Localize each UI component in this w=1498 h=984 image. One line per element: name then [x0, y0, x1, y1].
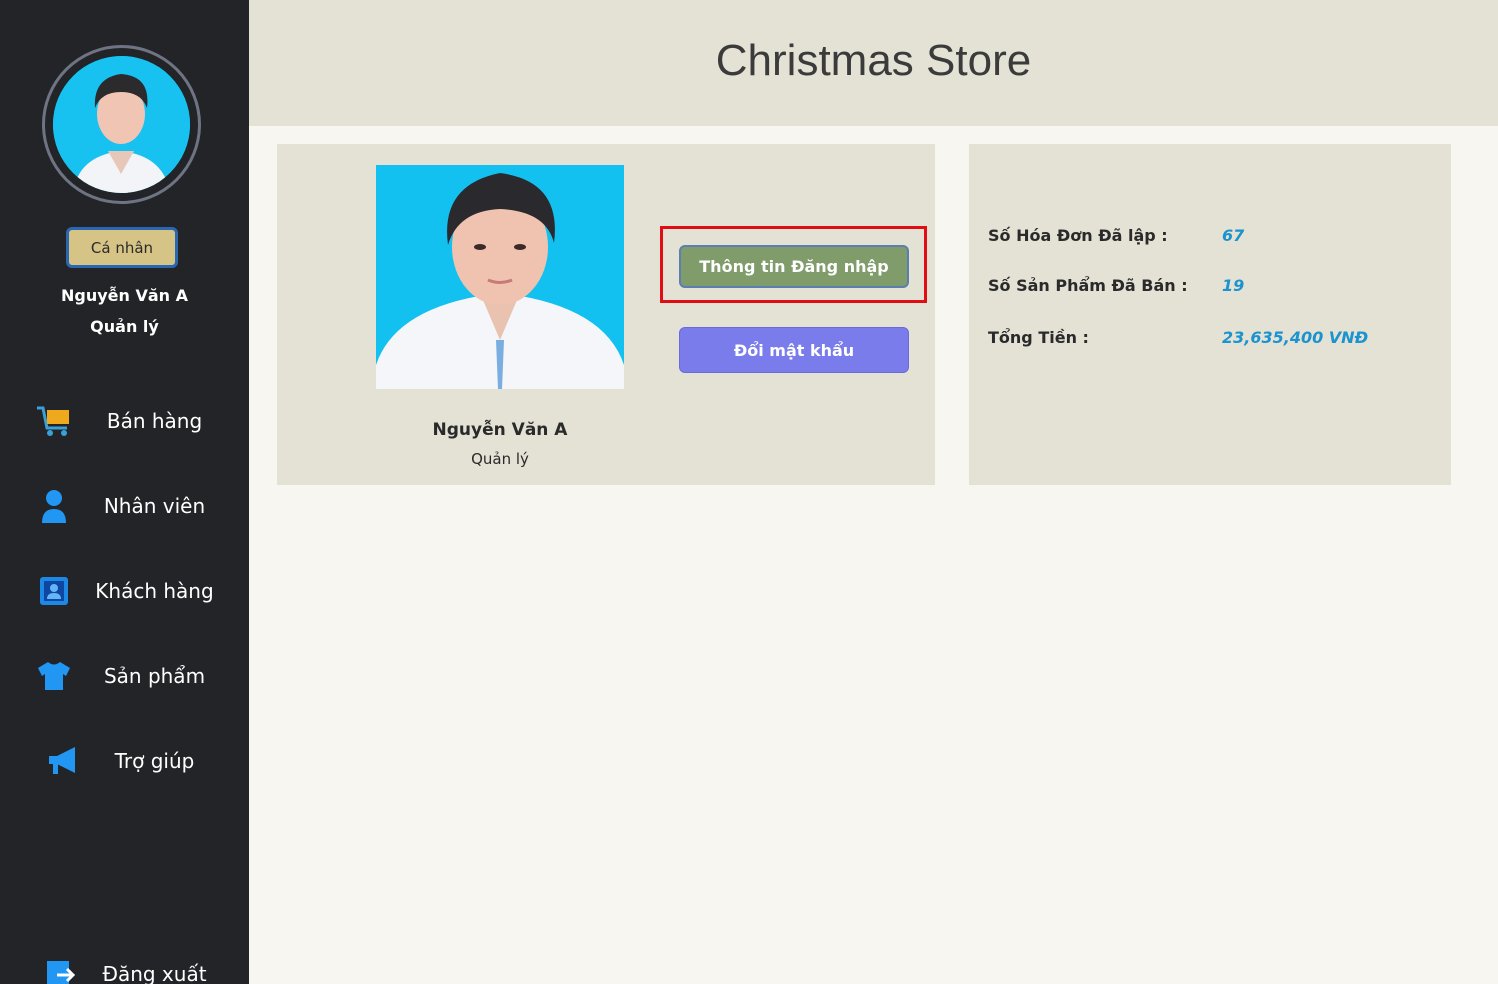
sidebar-user-role: Quản lý [90, 317, 159, 336]
sidebar-item-label: Khách hàng [95, 579, 214, 603]
total-value: 23,635,400 VNĐ [1222, 328, 1369, 347]
profile-role: Quản lý [471, 450, 529, 468]
products-sold-value: 19 [1222, 276, 1245, 295]
sidebar-item-customers[interactable]: Khách hàng [0, 561, 249, 621]
sidebar-item-help[interactable]: Trợ giúp [0, 731, 249, 791]
sidebar-item-label: Sản phẩm [103, 664, 206, 688]
sidebar-user-name: Nguyễn Văn A [61, 286, 188, 305]
personal-button[interactable]: Cá nhân [66, 227, 178, 268]
avatar-photo [53, 56, 190, 193]
sidebar-item-label: Nhân viên [103, 494, 206, 518]
invoices-label: Số Hóa Đơn Đã lập : [988, 226, 1168, 245]
sidebar-item-label: Trợ giúp [114, 749, 195, 773]
stats-panel: Số Hóa Đơn Đã lập : 67 Số Sản Phẩm Đã Bá… [969, 144, 1451, 485]
invoices-value: 67 [1222, 226, 1245, 245]
sidebar: Cá nhân Nguyễn Văn A Quản lý Bán hàng Nh… [0, 0, 249, 984]
profile-panel: Nguyễn Văn A Quản lý Thông tin Đăng nhập… [277, 144, 935, 485]
sidebar-item-sales[interactable]: Bán hàng [0, 391, 249, 451]
sidebar-item-products[interactable]: Sản phẩm [0, 646, 249, 706]
change-password-button[interactable]: Đổi mật khẩu [679, 327, 909, 373]
login-info-button[interactable]: Thông tin Đăng nhập [679, 245, 909, 288]
avatar [42, 45, 201, 204]
logout-label: Đăng xuất [102, 962, 207, 984]
total-label: Tổng Tiền : [988, 328, 1089, 347]
app-title: Christmas Store [715, 36, 1032, 85]
sidebar-item-employees[interactable]: Nhân viên [0, 476, 249, 536]
profile-photo [376, 165, 624, 389]
products-sold-label: Số Sản Phẩm Đã Bán : [988, 276, 1188, 295]
logout-button[interactable]: Đăng xuất [0, 944, 249, 984]
sidebar-item-label: Bán hàng [106, 409, 203, 433]
profile-name: Nguyễn Văn A [432, 420, 568, 440]
header: Christmas Store [249, 0, 1498, 126]
